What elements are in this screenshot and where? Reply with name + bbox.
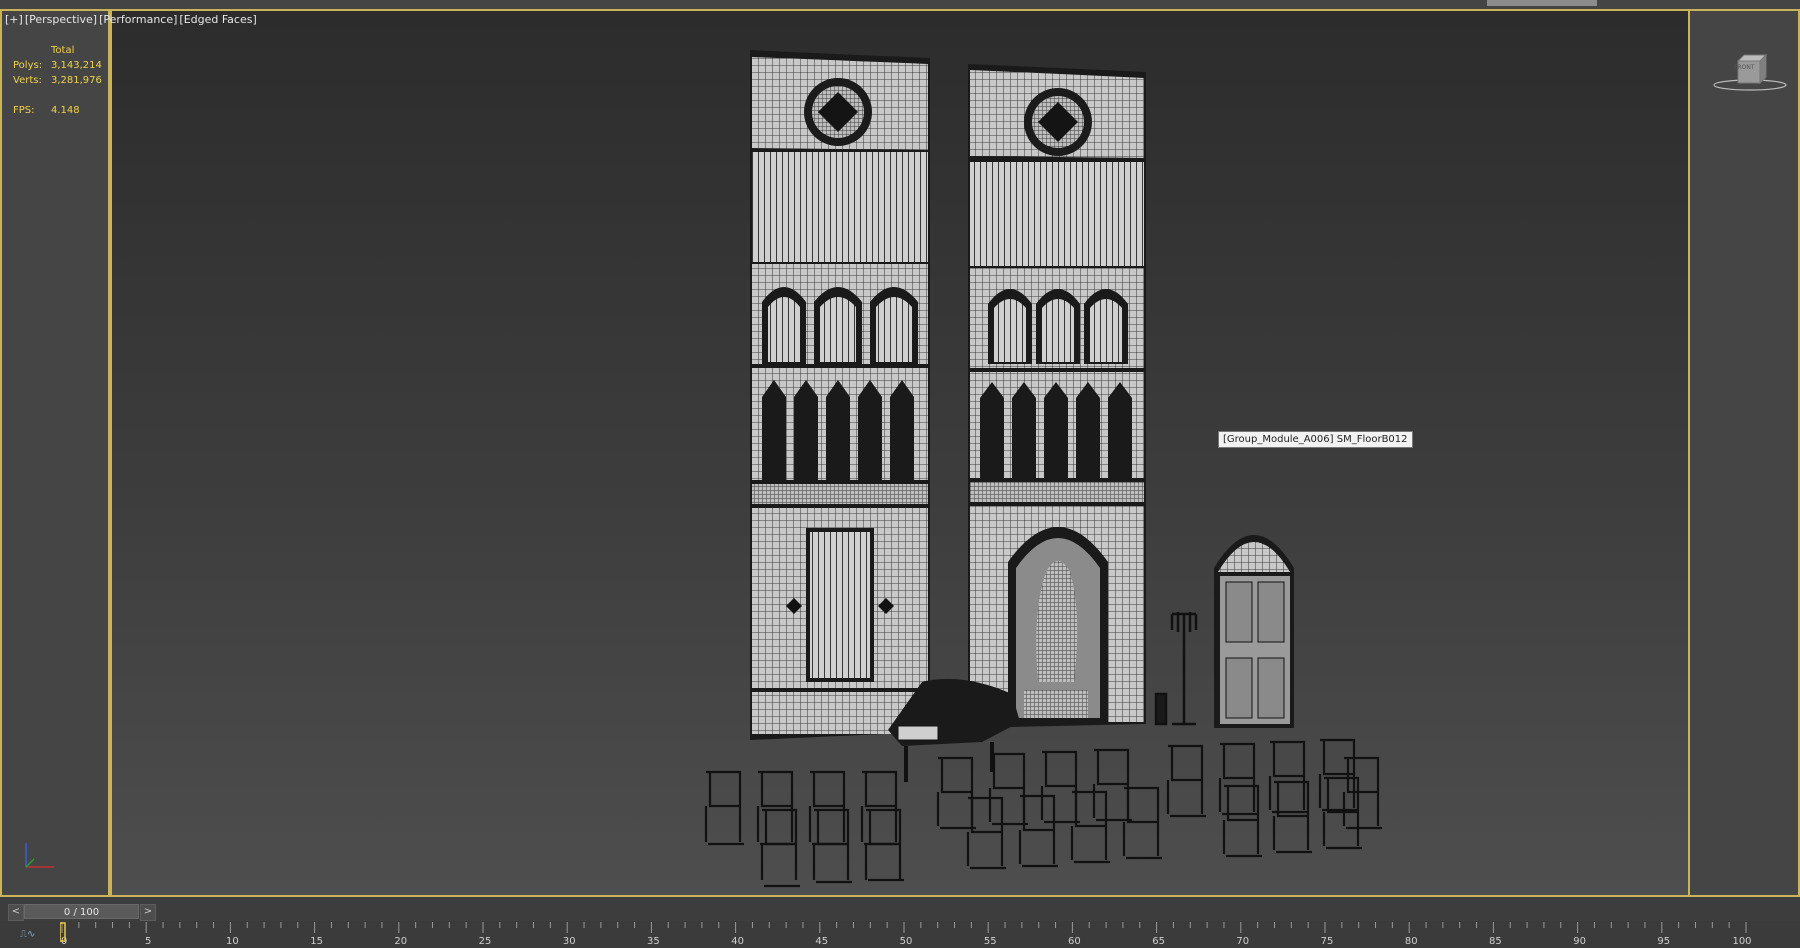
fps-label: FPS:: [13, 105, 35, 116]
xyz-axis-gizmo: [25, 843, 54, 868]
right-tower-model[interactable]: [968, 64, 1146, 728]
viewport-shading-menu[interactable]: [Edged Faces]: [179, 13, 256, 26]
timeline-tick-label: 90: [1573, 936, 1586, 947]
viewport-plus-menu[interactable]: [+]: [5, 13, 23, 26]
candelabra-model[interactable]: [1154, 612, 1198, 726]
audience-chairs[interactable]: [704, 738, 1382, 888]
viewport-pov-menu[interactable]: [Perspective]: [25, 13, 97, 26]
verts-label: Verts:: [13, 75, 42, 86]
viewport-left-gutter: [0, 9, 110, 897]
object-tooltip: [Group_Module_A006] SM_FloorB012: [1218, 431, 1413, 448]
timeline-tick-label: 70: [1236, 936, 1249, 947]
timeline-tick-label: 25: [479, 936, 492, 947]
timeline-tick-label: 40: [731, 936, 744, 947]
timeline-tick-label: 100: [1732, 936, 1751, 947]
timeline-tick-label: 10: [226, 936, 239, 947]
timeline-tick-label: 85: [1489, 936, 1502, 947]
arched-door-model[interactable]: [1214, 535, 1294, 728]
viewport-menu-label[interactable]: [+] [Perspective] [Performance] [Edged Face…: [5, 13, 259, 26]
polys-value: 3,143,214: [51, 60, 102, 71]
viewport-scene[interactable]: [112, 11, 1690, 897]
timeline-tick-label: 55: [984, 936, 997, 947]
timeline-tick-label: 30: [563, 936, 576, 947]
timeline-tick-label: 15: [310, 936, 323, 947]
title-bar-strip: [0, 0, 1800, 9]
prev-frame-button[interactable]: <: [8, 904, 24, 921]
timeline-tick-label: 75: [1321, 936, 1334, 947]
timeline-tick-label: 45: [815, 936, 828, 947]
timeline-tick-label: 20: [394, 936, 407, 947]
time-slider-bar: [0, 897, 1800, 921]
timeline-tick-label: 95: [1657, 936, 1670, 947]
timeline-tick-label: 50: [900, 936, 913, 947]
verts-value: 3,281,976: [51, 75, 102, 86]
curve-editor-icon[interactable]: ⎍∿: [20, 929, 35, 940]
timeline-tick-label: 35: [647, 936, 660, 947]
viewport-performance-menu[interactable]: [Performance]: [99, 13, 177, 26]
fps-value: 4.148: [51, 105, 80, 116]
stats-header: Total: [51, 45, 75, 56]
viewcube-icon[interactable]: [1710, 41, 1790, 101]
timeline-tick-label: 5: [145, 936, 151, 947]
left-tower-model[interactable]: [750, 50, 930, 740]
perspective-viewport[interactable]: [Group_Module_A006] SM_FloorB012: [110, 9, 1690, 897]
timeline-tick-label: 60: [1068, 936, 1081, 947]
time-slider-thumb[interactable]: 0 / 100: [24, 904, 139, 919]
active-tab-highlight[interactable]: [1487, 0, 1597, 6]
timeline-tick-label: 80: [1405, 936, 1418, 947]
viewcube-face-label: FRONT: [1734, 64, 1755, 71]
timeline-tick-label: 65: [1152, 936, 1165, 947]
viewport-right-gutter: FRONT: [1690, 9, 1800, 897]
next-frame-button[interactable]: >: [140, 904, 156, 921]
polys-label: Polys:: [13, 60, 43, 71]
timeline-ruler[interactable]: 0 5 10 15 20 25 30 35 40 45 50 55 60 65 70 75 80 85 90 95 10…: [60, 921, 1760, 948]
scene-statistics: Total Polys: 3,143,214 Verts: 3,281,976 FP…: [13, 43, 102, 118]
